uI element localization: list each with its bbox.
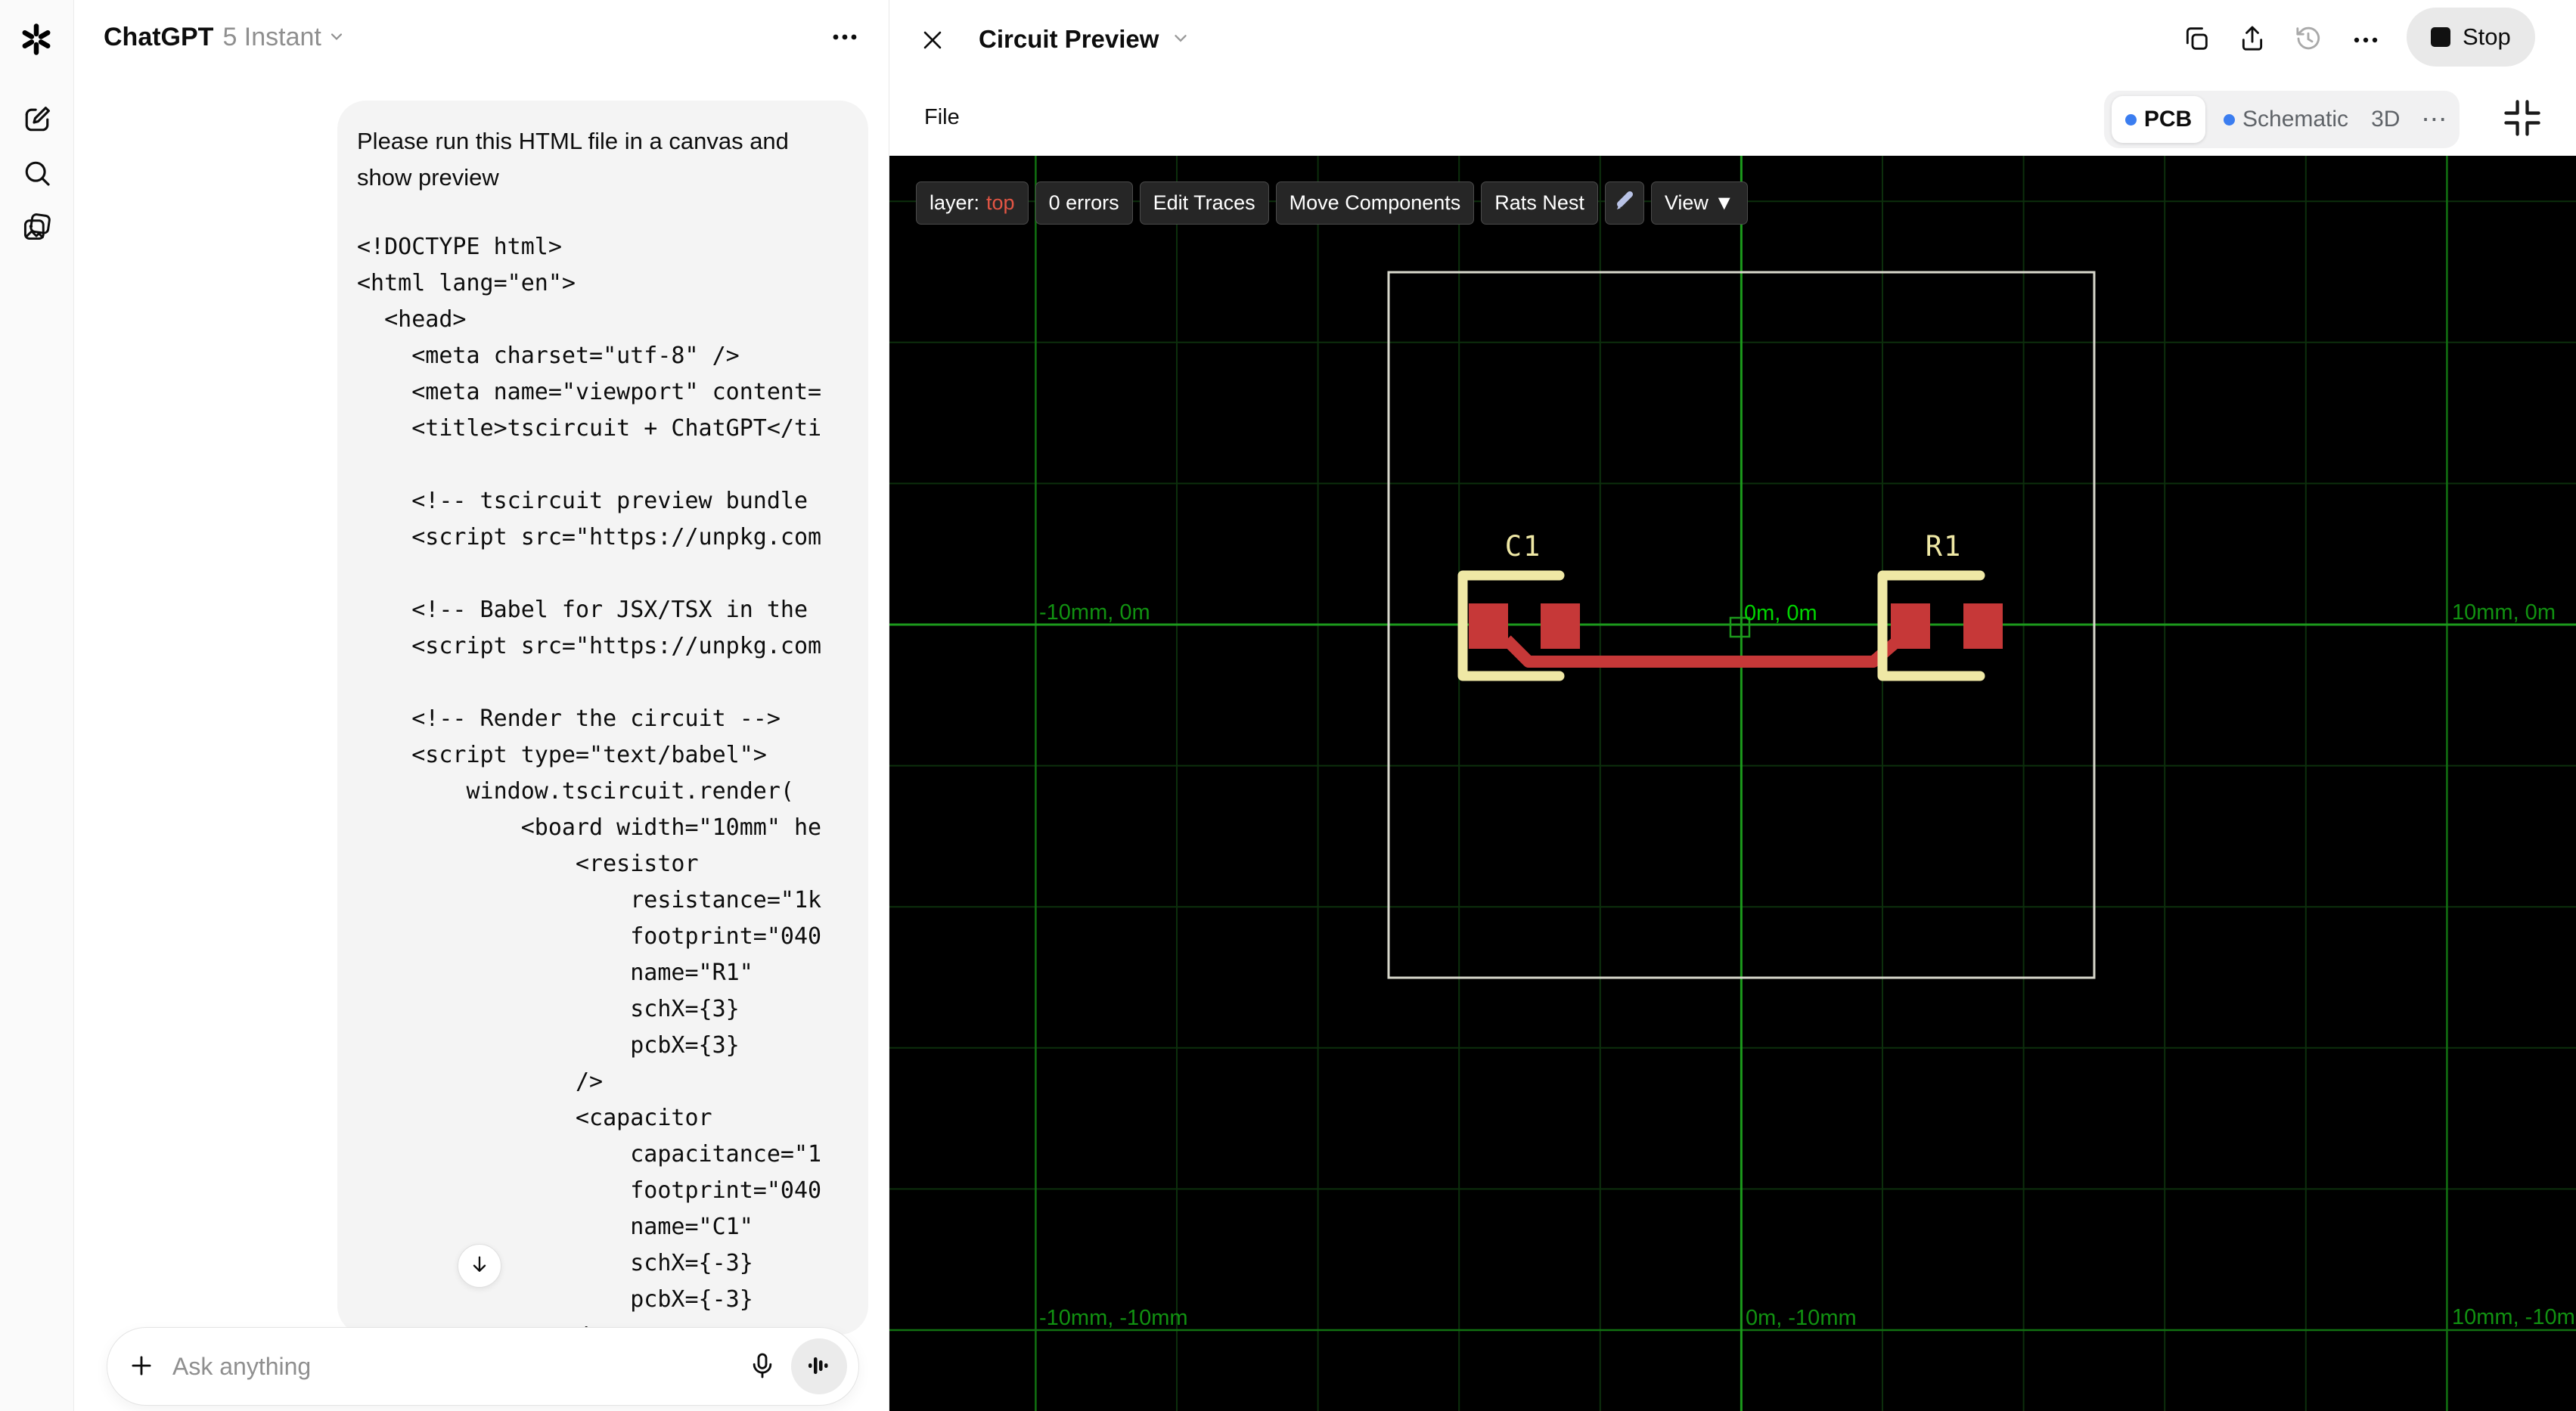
library-button[interactable] [17, 206, 57, 247]
axis-right-label: 10mm, 0m [2452, 600, 2556, 625]
pcb-canvas[interactable]: 0m, 0m -10mm, 0m 10mm, 0m -10mm, -10mm 0… [889, 156, 2576, 1411]
user-message-bubble: Please run this HTML file in a canvas an… [337, 101, 868, 1335]
tab-schematic[interactable]: Schematic [2224, 107, 2348, 132]
sidebar [0, 0, 74, 1411]
pcb-drawing: 0m, 0m -10mm, 0m 10mm, 0m -10mm, -10mm 0… [889, 156, 2576, 1411]
plus-icon [127, 1351, 156, 1382]
pencil-icon [1612, 188, 1637, 219]
errors-label: 0 errors [1048, 191, 1119, 214]
r1-pad-1[interactable] [1891, 603, 1930, 649]
openai-logo-icon [20, 23, 53, 56]
c1-ref-label: C1 [1505, 530, 1542, 563]
voice-mode-button[interactable] [791, 1338, 847, 1394]
library-icon [20, 210, 54, 243]
component-r1[interactable]: R1 [1877, 530, 2003, 681]
conversation-options-button[interactable] [827, 26, 862, 52]
layer-prefix: layer: [930, 191, 980, 214]
pcb-toolbar: layer: top 0 errors Edit Traces Move Com… [916, 181, 1749, 225]
layer-selector-button[interactable]: layer: top [916, 181, 1029, 225]
voice-waveform-icon [804, 1351, 834, 1383]
tab-schematic-label: Schematic [2242, 107, 2349, 132]
share-button[interactable] [2237, 23, 2267, 56]
corner-bottom-center-label: 0m, -10mm [1746, 1306, 1857, 1330]
origin-coordinate-label: 0m, 0m [1744, 601, 1817, 625]
rats-nest-button[interactable]: Rats Nest [1481, 181, 1598, 225]
message-input[interactable] [172, 1352, 747, 1381]
tab-more-label: ⋯ [2421, 105, 2449, 134]
edit-traces-button[interactable]: Edit Traces [1139, 181, 1269, 225]
scroll-to-bottom-button[interactable] [458, 1244, 501, 1288]
move-components-button[interactable]: Move Components [1275, 181, 1475, 225]
collapse-icon [2501, 99, 2543, 141]
more-options-icon [2349, 37, 2382, 52]
edit-traces-label: Edit Traces [1153, 191, 1255, 214]
view-menu-label: View ▼ [1664, 191, 1735, 214]
layer-value: top [986, 191, 1015, 214]
user-message-text: Please run this HTML file in a canvas an… [357, 128, 789, 191]
view-menu-button[interactable]: View ▼ [1650, 181, 1749, 225]
history-icon [2293, 26, 2323, 56]
coordinate-labels: 0m, 0m -10mm, 0m 10mm, 0m -10mm, -10mm 0… [1039, 600, 2576, 1330]
tab-pcb[interactable]: PCB [2112, 96, 2205, 143]
chat-header: ChatGPT 5 Instant [104, 23, 346, 52]
tab-3d[interactable]: 3D [2371, 107, 2400, 132]
search-icon [20, 157, 54, 190]
model-name: 5 Instant [222, 23, 321, 51]
close-canvas-button[interactable] [920, 27, 945, 57]
stop-label: Stop [2463, 23, 2511, 50]
tab-more-button[interactable]: ⋯ [2421, 104, 2448, 135]
new-chat-icon [20, 103, 54, 136]
stop-button[interactable]: Stop [2407, 8, 2535, 67]
app-title: ChatGPT [104, 23, 214, 51]
new-chat-button[interactable] [17, 99, 57, 140]
rats-nest-label: Rats Nest [1494, 191, 1584, 214]
corner-bottom-right-label: 10mm, -10mm [2452, 1305, 2576, 1329]
c1-pad-2[interactable] [1541, 603, 1580, 649]
draw-tool-button[interactable] [1604, 181, 1644, 225]
chevron-down-icon [1171, 28, 1190, 51]
canvas-options-button[interactable] [2349, 30, 2382, 52]
move-components-label: Move Components [1289, 191, 1461, 214]
axis-left-label: -10mm, 0m [1039, 600, 1150, 625]
upload-icon [2237, 26, 2267, 56]
grid [889, 156, 2576, 1411]
microphone-icon [747, 1351, 777, 1383]
canvas-title: Circuit Preview [979, 25, 1159, 53]
tab-3d-label: 3D [2371, 107, 2401, 132]
tab-pcb-label: PCB [2143, 107, 2193, 132]
chevron-down-icon [327, 23, 346, 52]
canvas-title-dropdown[interactable]: Circuit Preview [979, 25, 1190, 54]
chat-composer [107, 1327, 859, 1406]
user-message-code: <!DOCTYPE html> <html lang="en"> <head> … [357, 234, 822, 1335]
stop-icon [2431, 27, 2450, 47]
corner-bottom-left-label: -10mm, -10mm [1039, 1306, 1188, 1330]
search-button[interactable] [17, 153, 57, 194]
copy-icon [2181, 27, 2211, 56]
menu-file[interactable]: File [924, 105, 960, 130]
status-dot [2124, 113, 2137, 126]
r1-ref-label: R1 [1926, 530, 1963, 563]
r1-pad-2[interactable] [1963, 603, 2003, 649]
copy-button[interactable] [2181, 23, 2211, 56]
history-button[interactable] [2293, 23, 2323, 56]
errors-button[interactable]: 0 errors [1035, 181, 1133, 225]
app-root: ChatGPT 5 Instant Please run this HTML f… [0, 0, 2576, 1411]
attach-button[interactable] [127, 1351, 156, 1382]
collapse-canvas-button[interactable] [2499, 95, 2546, 142]
status-dot [2224, 113, 2235, 126]
arrow-down-icon [469, 1254, 490, 1279]
dictate-button[interactable] [747, 1351, 777, 1383]
view-tabs: PCB Schematic 3D ⋯ [2104, 91, 2460, 148]
model-selector[interactable]: 5 Instant [222, 23, 345, 52]
c1-pad-1[interactable] [1469, 603, 1508, 649]
